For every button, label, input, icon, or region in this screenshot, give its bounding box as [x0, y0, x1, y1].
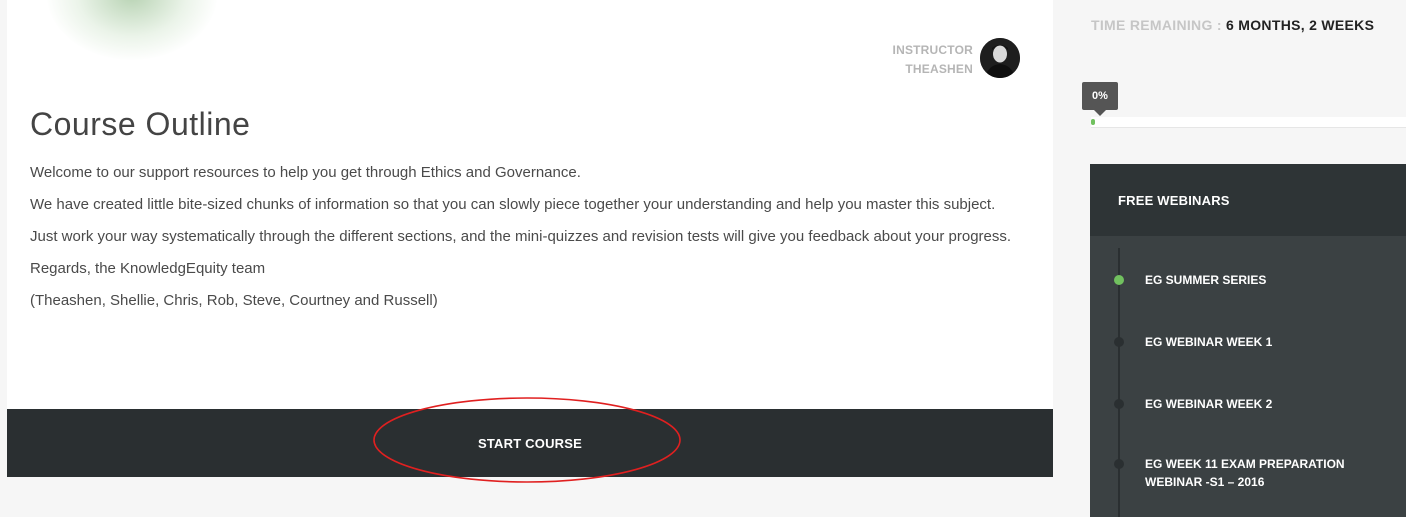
- progress-tooltip: 0%: [1082, 82, 1118, 116]
- paragraph-progress: Just work your way systematically throug…: [30, 228, 1012, 245]
- time-remaining: TIME REMAINING : 6 MONTHS, 2 WEEKS: [1091, 14, 1391, 36]
- progress-fill: [1091, 119, 1095, 125]
- webinar-label: EG SUMMER SERIES: [1145, 273, 1267, 287]
- page-title: Course Outline: [30, 106, 251, 142]
- webinar-label: EG WEEK 11 EXAM PREPARATION WEBINAR -S1 …: [1145, 457, 1345, 489]
- webinar-label: EG WEBINAR WEEK 1: [1145, 335, 1273, 349]
- instructor-avatar[interactable]: [980, 38, 1020, 78]
- paragraph-regards: Regards, the KnowledgEquity team: [30, 260, 266, 277]
- instructor-name[interactable]: THEASHEN: [893, 60, 973, 79]
- timeline-dot: [1114, 337, 1124, 347]
- progress-bar: [1091, 117, 1406, 128]
- paragraph-team: (Theashen, Shellie, Chris, Rob, Steve, C…: [30, 292, 438, 309]
- course-description: Welcome to our support resources to help…: [30, 162, 1030, 322]
- start-course-bar: START COURSE: [7, 409, 1053, 477]
- webinar-label: EG WEBINAR WEEK 2: [1145, 397, 1273, 411]
- webinars-panel: FREE WEBINARS EG SUMMER SERIES EG WEBINA…: [1090, 164, 1406, 517]
- course-main-panel: INSTRUCTOR THEASHEN Course Outline Welco…: [7, 0, 1053, 409]
- time-remaining-value: 6 MONTHS, 2 WEEKS: [1226, 17, 1375, 33]
- timeline-dot-active: [1114, 275, 1124, 285]
- webinars-title: FREE WEBINARS: [1090, 164, 1406, 236]
- decorative-gradient: [47, 0, 217, 60]
- timeline-dot: [1114, 459, 1124, 469]
- timeline-line: [1118, 248, 1120, 517]
- paragraph-welcome: Welcome to our support resources to help…: [30, 164, 581, 181]
- start-course-button[interactable]: START COURSE: [375, 409, 685, 477]
- time-remaining-label: TIME REMAINING :: [1091, 17, 1222, 33]
- instructor-info: INSTRUCTOR THEASHEN: [893, 41, 973, 79]
- paragraph-chunks: We have created little bite-sized chunks…: [30, 196, 996, 213]
- instructor-label: INSTRUCTOR: [892, 43, 973, 57]
- timeline-dot: [1114, 399, 1124, 409]
